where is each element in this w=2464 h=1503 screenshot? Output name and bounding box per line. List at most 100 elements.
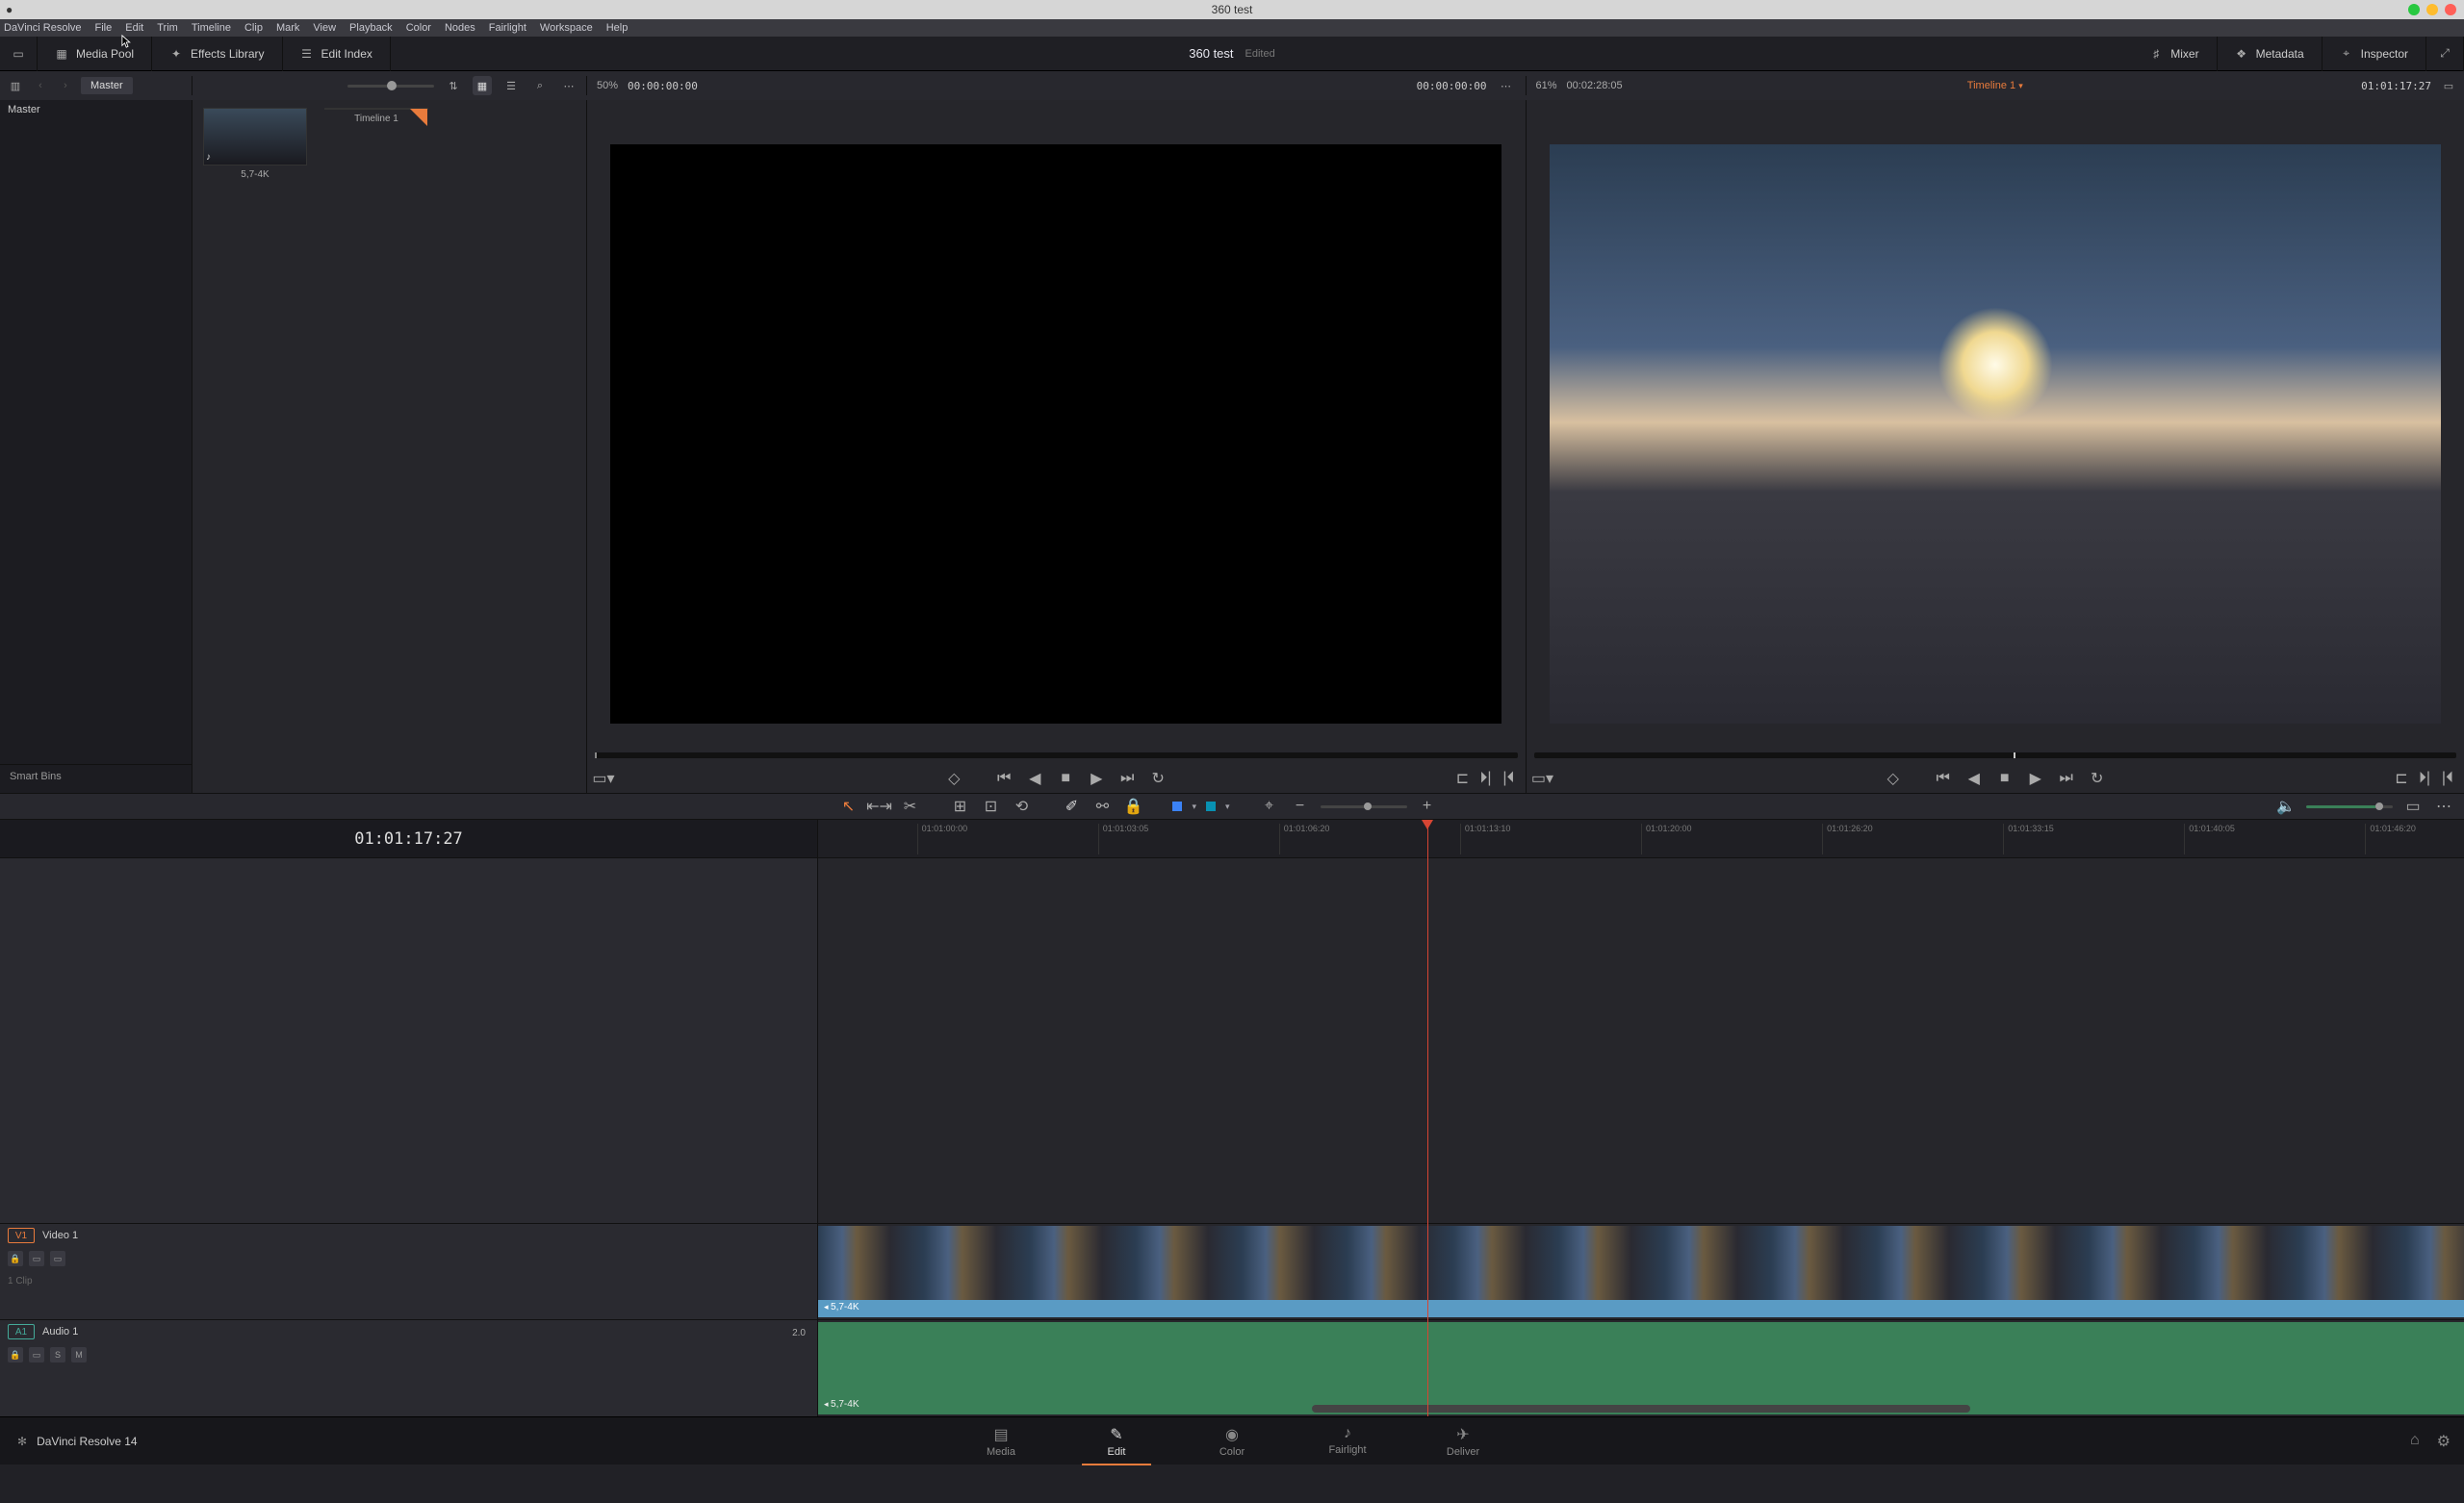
reverse-button[interactable]: ◀	[1965, 770, 1983, 787]
video-track-header[interactable]: V1 Video 1 🔒 ▭ ▭ 1 Clip	[0, 1224, 817, 1320]
playhead[interactable]	[1427, 820, 1428, 1416]
bin-back[interactable]: ‹	[31, 76, 50, 95]
track-enable-icon[interactable]: ▭	[50, 1251, 65, 1266]
program-zoom[interactable]: 61%	[1536, 80, 1557, 91]
bin-list[interactable]: Master	[0, 100, 192, 764]
loop-button[interactable]: ↻	[1149, 770, 1167, 787]
menu-help[interactable]: Help	[606, 22, 629, 34]
program-mode-dropdown[interactable]: ▭▾	[1534, 770, 1552, 787]
last-frame-button[interactable]: ⏭	[1118, 770, 1136, 787]
source-timecode[interactable]: 00:00:00:00	[628, 80, 698, 92]
search-button[interactable]: ⌕	[530, 76, 550, 95]
flag-blue[interactable]	[1172, 802, 1182, 811]
menu-clip[interactable]: Clip	[244, 22, 263, 34]
minimize-button[interactable]	[2408, 4, 2420, 15]
thumb-size-slider[interactable]	[347, 85, 434, 88]
program-scrubber[interactable]	[1527, 749, 2464, 764]
zoom-out-button[interactable]: −	[1290, 798, 1311, 815]
menu-color[interactable]: Color	[406, 22, 431, 34]
volume-slider[interactable]	[2306, 805, 2393, 808]
marker-dropdown[interactable]: ▾	[1225, 802, 1230, 812]
auto-select-icon[interactable]: ▭	[29, 1251, 44, 1266]
menu-timeline[interactable]: Timeline	[192, 22, 231, 34]
app-menubar[interactable]: DaVinci Resolve File Edit Trim Timeline …	[0, 19, 2464, 37]
timeline-zoom-slider[interactable]	[1321, 805, 1407, 808]
menu-view[interactable]: View	[313, 22, 336, 34]
overwrite-clip-button[interactable]: ⊡	[980, 798, 1001, 815]
first-frame-button[interactable]: ⏮	[1935, 770, 1952, 787]
mixer-toggle[interactable]: ♯Mixer	[2132, 37, 2217, 71]
timeline-ruler[interactable]: 01:01:00:00 01:01:03:05 01:01:06:20 01:0…	[818, 820, 2464, 858]
last-frame-button[interactable]: ⏭	[2058, 770, 2075, 787]
audio-clip[interactable]: ◂ 5,7-4K	[818, 1322, 2464, 1414]
stop-button[interactable]: ■	[1996, 770, 2014, 787]
menu-workspace[interactable]: Workspace	[540, 22, 593, 34]
source-zoom[interactable]: 50%	[597, 80, 618, 91]
timeline-tracks-area[interactable]: 01:01:00:00 01:01:03:05 01:01:06:20 01:0…	[818, 820, 2464, 1416]
menu-file[interactable]: File	[95, 22, 113, 34]
match-frame-button[interactable]: ◇	[1885, 770, 1902, 787]
sort-button[interactable]: ⇅	[444, 76, 463, 95]
mute-toggle[interactable]: 🔈	[2275, 798, 2297, 815]
menu-nodes[interactable]: Nodes	[445, 22, 475, 34]
media-pool-toggle[interactable]: ▦Media Pool	[38, 37, 152, 71]
menu-mark[interactable]: Mark	[276, 22, 299, 34]
menu-playback[interactable]: Playback	[349, 22, 393, 34]
stop-button[interactable]: ■	[1057, 770, 1074, 787]
clip-thumbnails[interactable]: ♪ 5,7-4K Timeline 1	[192, 100, 587, 793]
goto-in-button[interactable]: ⏵|	[2416, 770, 2433, 787]
bin-fwd[interactable]: ›	[56, 76, 75, 95]
flag-dropdown[interactable]: ▾	[1192, 802, 1196, 812]
goto-in-button[interactable]: ⏵|	[1477, 770, 1495, 787]
snapping-toggle[interactable]: ⌖	[1259, 798, 1280, 815]
goto-out-button[interactable]: |⏴	[1501, 770, 1518, 787]
dim-toggle[interactable]: ▭	[2402, 798, 2424, 815]
project-settings-button[interactable]: ⚙	[2437, 1432, 2451, 1451]
razor-tool[interactable]: ✐	[1061, 798, 1082, 815]
program-frame[interactable]	[1527, 100, 2464, 749]
page-color[interactable]: ◉Color	[1174, 1419, 1290, 1464]
source-options[interactable]: ⋯	[1497, 76, 1516, 95]
empty-tracks-area[interactable]	[818, 858, 2464, 1224]
audio-track-1[interactable]: ◂ 5,7-4K	[818, 1320, 2464, 1416]
page-fairlight[interactable]: ♪Fairlight	[1290, 1419, 1405, 1464]
goto-out-button[interactable]: |⏴	[2439, 770, 2456, 787]
timeline-scrollbar[interactable]	[1312, 1405, 1970, 1413]
edit-index-toggle[interactable]: ☰Edit Index	[283, 37, 391, 71]
metadata-toggle[interactable]: ❖Metadata	[2218, 37, 2323, 71]
bin-view-toggle[interactable]: ▥	[6, 76, 25, 95]
match-frame-prev[interactable]: ◇	[945, 770, 962, 787]
arm-record-icon[interactable]: ▭	[29, 1347, 44, 1363]
play-button[interactable]: ▶	[1088, 770, 1105, 787]
thumb-view-button[interactable]: ▦	[473, 76, 492, 95]
timeline-options[interactable]: ⋯	[2433, 798, 2454, 815]
track-lock-icon[interactable]: 🔒	[8, 1251, 23, 1266]
smart-bins-header[interactable]: Smart Bins	[0, 764, 192, 793]
audio-track-header[interactable]: A1 Audio 1 2.0 🔒 ▭ S M	[0, 1320, 817, 1416]
clip-thumbnail[interactable]	[324, 108, 428, 110]
timeline-name-dropdown[interactable]: Timeline 1 ▾	[1967, 80, 2023, 91]
first-frame-button[interactable]: ⏮	[995, 770, 1013, 787]
home-button[interactable]: ⌂	[2410, 1432, 2420, 1451]
effects-library-toggle[interactable]: ✦Effects Library	[152, 37, 282, 71]
video-track-1[interactable]: ◂ 5,7-4K	[818, 1224, 2464, 1320]
source-scrubber[interactable]	[587, 749, 1526, 764]
blade-tool[interactable]: ✂	[899, 798, 920, 815]
apple-menu-icon[interactable]: ●	[6, 3, 13, 16]
page-deliver[interactable]: ✈Deliver	[1405, 1419, 1521, 1464]
reverse-button[interactable]: ◀	[1026, 770, 1043, 787]
link-toggle[interactable]: ⚯	[1091, 798, 1113, 815]
insert-clip-button[interactable]: ⊞	[949, 798, 970, 815]
menu-fairlight[interactable]: Fairlight	[489, 22, 526, 34]
clip-options[interactable]: ⋯	[559, 76, 578, 95]
track-index-a1[interactable]: A1	[8, 1324, 35, 1339]
menu-app[interactable]: DaVinci Resolve	[4, 22, 82, 34]
clip-item[interactable]: ♪ 5,7-4K	[200, 108, 310, 785]
fullscreen-viewer-button[interactable]: ⤢	[2426, 37, 2464, 71]
close-button[interactable]	[2445, 4, 2456, 15]
replace-clip-button[interactable]: ⟲	[1011, 798, 1032, 815]
video-clip[interactable]: ◂ 5,7-4K	[818, 1226, 2464, 1317]
mute-icon[interactable]: M	[71, 1347, 87, 1363]
play-button[interactable]: ▶	[2027, 770, 2044, 787]
track-lock-icon[interactable]: 🔒	[8, 1347, 23, 1363]
